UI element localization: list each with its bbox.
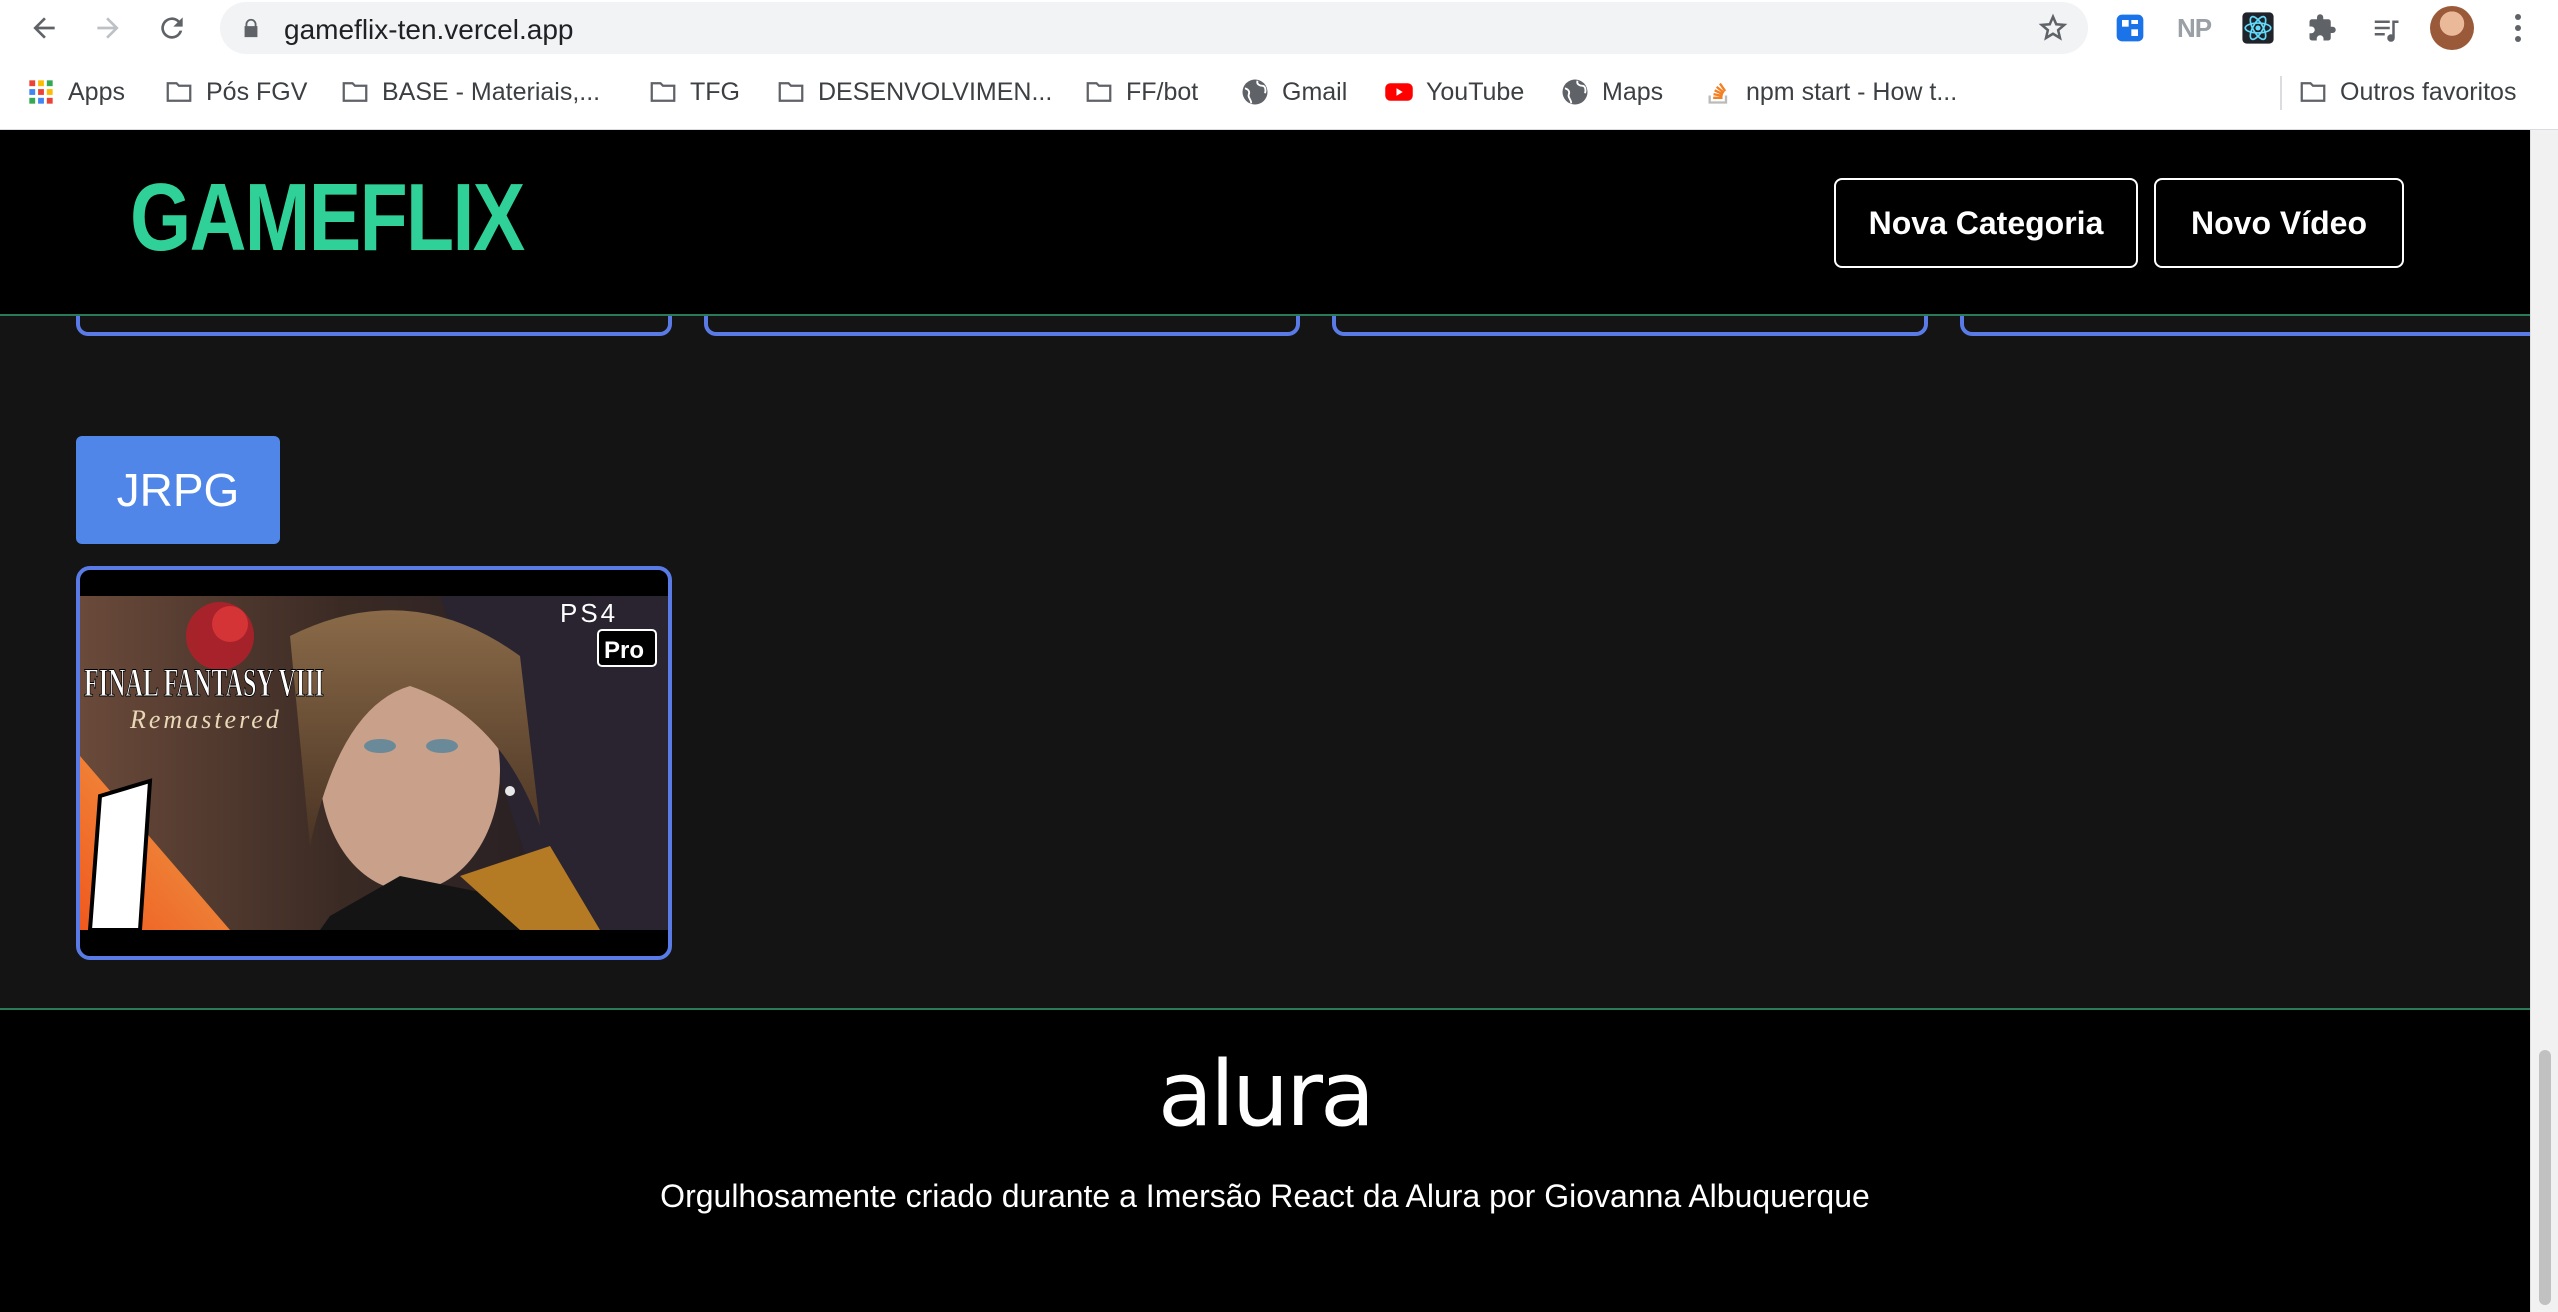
reading-list-icon[interactable] xyxy=(2368,10,2404,46)
address-bar[interactable]: gameflix-ten.vercel.app xyxy=(220,2,2088,54)
extensions-puzzle-icon[interactable] xyxy=(2304,10,2340,46)
bookmark-maps[interactable]: Maps xyxy=(1560,74,1663,110)
youtube-icon xyxy=(1384,77,1414,107)
thumbnail-game-title: FINAL FANTASY VIII xyxy=(84,660,324,705)
folder-icon xyxy=(164,77,194,107)
video-card[interactable]: FINAL FANTASY VIIIRemasteredPS4Pro1 xyxy=(76,566,672,960)
bookmark-star-icon[interactable] xyxy=(2038,13,2068,43)
thumbnail-game-subtitle: Remastered xyxy=(129,705,282,734)
qr-icon[interactable] xyxy=(2112,10,2148,46)
page-content: GAMEFLIX Nova Categoria Novo Vídeo JRPG xyxy=(0,130,2540,1312)
bookmark-base-materiais[interactable]: BASE - Materiais,... xyxy=(340,74,600,110)
bookmark-label: FF/bot xyxy=(1126,77,1199,106)
bookmark-label: npm start - How t... xyxy=(1746,77,1958,106)
profile-avatar[interactable] xyxy=(2430,6,2474,50)
browser-menu-icon[interactable] xyxy=(2500,10,2536,46)
bookmark-label: Gmail xyxy=(1282,77,1348,106)
bookmark-desenvolvimento[interactable]: DESENVOLVIMEN... xyxy=(776,74,1052,110)
forward-arrow-icon[interactable] xyxy=(88,8,128,48)
reload-icon[interactable] xyxy=(152,8,192,48)
gameflix-logo[interactable]: GAMEFLIX xyxy=(130,170,525,266)
site-header: GAMEFLIX Nova Categoria Novo Vídeo xyxy=(0,130,2530,316)
browser-toolbar: gameflix-ten.vercel.app NP xyxy=(0,0,2558,56)
bookmark-label: YouTube xyxy=(1426,77,1525,106)
np-extension-icon[interactable]: NP xyxy=(2176,10,2212,46)
apps-grid-icon xyxy=(26,77,56,107)
bookmark-pos-fgv[interactable]: Pós FGV xyxy=(164,74,307,110)
bookmark-youtube[interactable]: YouTube xyxy=(1384,74,1524,110)
site-footer: alura Orgulhosamente criado durante a Im… xyxy=(0,1008,2530,1312)
bookmark-label: Maps xyxy=(1602,77,1664,106)
thumbnail-platform-badge: Pro xyxy=(604,637,644,664)
bookmark-label: Pós FGV xyxy=(206,77,308,106)
bookmark-label: TFG xyxy=(690,77,740,106)
category-label-jrpg: JRPG xyxy=(76,436,280,544)
folder-icon xyxy=(648,77,678,107)
bookmark-other-favorites[interactable]: Outros favoritos xyxy=(2298,74,2516,110)
bookmarks-bar: Apps Pós FGV BASE - Materiais,... TFG DE… xyxy=(0,56,2558,130)
folder-icon xyxy=(776,77,806,107)
footer-credit: Orgulhosamente criado durante a Imersão … xyxy=(660,1178,1870,1214)
new-video-button[interactable]: Novo Vídeo xyxy=(2154,178,2404,268)
bookmark-label: Outros favoritos xyxy=(2340,77,2517,106)
scrollbar-thumb[interactable] xyxy=(2539,1050,2551,1305)
bookmark-tfg[interactable]: TFG xyxy=(648,74,740,110)
thumbnail-platform-label: PS4 xyxy=(560,598,618,628)
page-scrollbar[interactable] xyxy=(2530,130,2558,1312)
alura-logo[interactable]: alura xyxy=(0,1050,2530,1140)
globe-icon xyxy=(1240,77,1270,107)
stackoverflow-icon xyxy=(1704,77,1734,107)
bookmark-label: DESENVOLVIMEN... xyxy=(818,77,1053,106)
bookmark-apps[interactable]: Apps xyxy=(26,74,125,110)
back-arrow-icon[interactable] xyxy=(24,8,64,48)
bookmark-npm-start[interactable]: npm start - How t... xyxy=(1704,74,1957,110)
folder-icon xyxy=(340,77,370,107)
bookmark-label: Apps xyxy=(68,77,125,106)
globe-icon xyxy=(1560,77,1590,107)
folder-icon xyxy=(2298,77,2328,107)
url-text[interactable]: gameflix-ten.vercel.app xyxy=(284,14,573,46)
new-category-button[interactable]: Nova Categoria xyxy=(1834,178,2138,268)
react-devtools-icon[interactable] xyxy=(2240,10,2276,46)
bookmark-label: BASE - Materiais,... xyxy=(382,77,601,106)
video-thumbnail[interactable]: FINAL FANTASY VIIIRemasteredPS4Pro1 xyxy=(80,596,668,930)
lock-icon[interactable] xyxy=(240,17,262,39)
bookmark-ff-bot[interactable]: FF/bot xyxy=(1084,74,1198,110)
bookmark-gmail[interactable]: Gmail xyxy=(1240,74,1347,110)
folder-icon xyxy=(1084,77,1114,107)
bookmarks-divider xyxy=(2280,76,2282,110)
